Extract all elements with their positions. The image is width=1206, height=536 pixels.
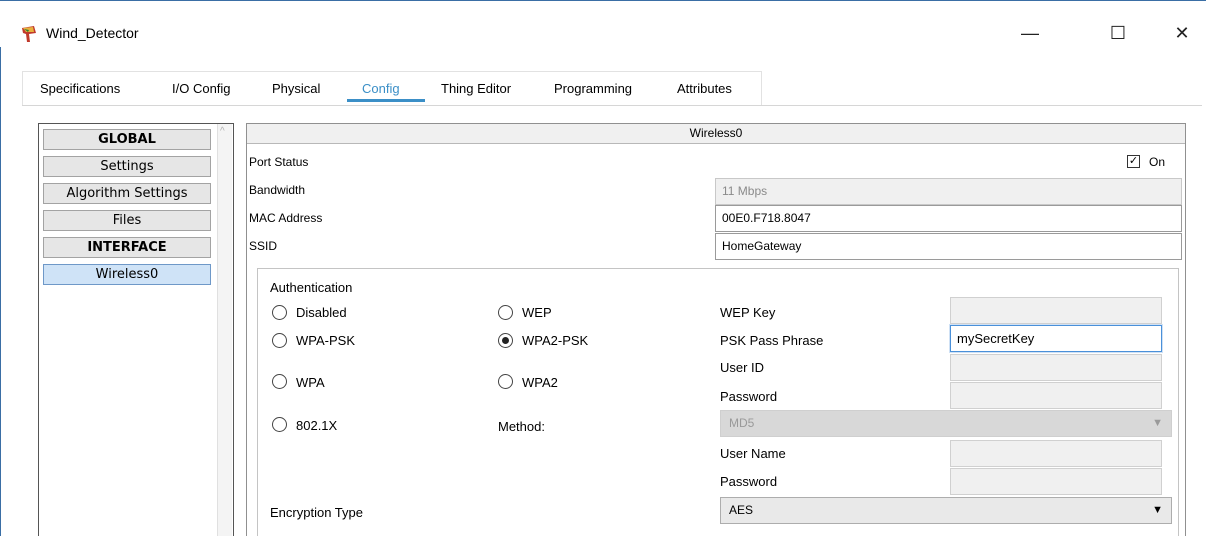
wep-key-label: WEP Key [720, 305, 776, 320]
method-select-value: MD5 [729, 416, 755, 430]
radio-wep[interactable] [498, 305, 513, 320]
wep-key-field [950, 297, 1162, 324]
mac-address-field[interactable]: 00E0.F718.8047 [715, 205, 1182, 232]
encryption-type-select[interactable]: AES ▼ [720, 497, 1172, 524]
port-status-checkbox[interactable]: ✓ [1127, 155, 1140, 168]
sidebar-scrollbar[interactable]: ^ [217, 124, 232, 536]
psk-pass-phrase-label: PSK Pass Phrase [720, 333, 824, 348]
tab-physical[interactable]: Physical [272, 81, 320, 96]
radio-wpa-psk[interactable] [272, 333, 287, 348]
tab-specifications[interactable]: Specifications [40, 81, 120, 96]
maximize-button[interactable]: ☐ [1098, 19, 1138, 47]
active-tab-indicator [347, 99, 425, 102]
close-button[interactable]: ✕ [1162, 19, 1202, 47]
radio-wep-label: WEP [522, 305, 552, 320]
user-name-field [950, 440, 1162, 467]
radio-wpa2-psk-label: WPA2-PSK [522, 333, 589, 348]
sidebar-item-wireless0[interactable]: Wireless0 [43, 264, 211, 285]
radio-disabled[interactable] [272, 305, 287, 320]
chevron-down-icon: ▼ [1152, 504, 1163, 516]
password2-label: Password [720, 474, 778, 489]
tab-thing-editor[interactable]: Thing Editor [441, 81, 511, 96]
psk-pass-phrase-input[interactable]: mySecretKey [950, 325, 1162, 352]
radio-8021x-label: 802.1X [296, 418, 338, 433]
radio-8021x[interactable] [272, 417, 287, 432]
method-label: Method: [498, 419, 545, 434]
user-id-field [950, 354, 1162, 381]
port-status-on-label: On [1149, 155, 1166, 169]
panel-title: Wireless0 [247, 124, 1185, 144]
wireless-config-panel: Wireless0 Port Status ✓ On Bandwidth 11 … [246, 123, 1186, 536]
tab-io-config[interactable]: I/O Config [172, 81, 231, 96]
sidebar-header-interface: INTERFACE [43, 237, 211, 258]
sidebar: GLOBAL Settings Algorithm Settings Files… [38, 123, 234, 536]
tab-bar: Specifications I/O Config Physical Confi… [0, 71, 1206, 105]
password2-field [950, 468, 1162, 495]
tab-config[interactable]: Config [362, 81, 400, 96]
minimize-button[interactable]: — [1010, 19, 1050, 47]
encryption-type-value: AES [729, 503, 754, 517]
sidebar-header-global: GLOBAL [43, 129, 211, 150]
radio-wpa2-psk[interactable] [498, 333, 513, 348]
radio-disabled-label: Disabled [296, 305, 347, 320]
window-title: Wind_Detector [46, 25, 139, 41]
radio-wpa[interactable] [272, 374, 287, 389]
radio-wpa2[interactable] [498, 374, 513, 389]
window-left-border [0, 47, 11, 536]
encryption-type-label: Encryption Type [270, 505, 363, 520]
sidebar-item-settings[interactable]: Settings [43, 156, 211, 177]
tab-content-divider [22, 105, 1202, 106]
password-field [950, 382, 1162, 409]
chevron-down-icon: ▼ [1152, 417, 1163, 429]
bandwidth-label: Bandwidth [249, 183, 306, 197]
application-window: Wind_Detector — ☐ ✕ Specifications I/O C… [0, 0, 1206, 536]
sidebar-item-files[interactable]: Files [43, 210, 211, 231]
authentication-label: Authentication [270, 280, 353, 295]
tab-programming[interactable]: Programming [554, 81, 632, 96]
scroll-up-arrow-icon[interactable]: ^ [220, 126, 225, 137]
bandwidth-field: 11 Mbps [715, 178, 1182, 205]
authentication-group: Authentication Disabled WEP WPA-PSK WPA2… [257, 268, 1179, 536]
title-bar[interactable]: Wind_Detector — ☐ ✕ [0, 1, 1206, 47]
sidebar-item-algorithm-settings[interactable]: Algorithm Settings [43, 183, 211, 204]
radio-wpa2-label: WPA2 [522, 375, 558, 390]
radio-wpa-psk-label: WPA-PSK [296, 333, 355, 348]
user-id-label: User ID [720, 360, 765, 375]
method-select: MD5 ▼ [720, 410, 1172, 437]
ssid-field[interactable]: HomeGateway [715, 233, 1182, 260]
tab-attributes[interactable]: Attributes [677, 81, 732, 96]
ssid-label: SSID [249, 239, 278, 253]
radio-wpa-label: WPA [296, 375, 325, 390]
user-name-label: User Name [720, 446, 786, 461]
mac-address-label: MAC Address [249, 211, 323, 225]
password-label: Password [720, 389, 778, 404]
port-status-label: Port Status [249, 155, 309, 169]
wind-detector-icon [22, 26, 36, 42]
